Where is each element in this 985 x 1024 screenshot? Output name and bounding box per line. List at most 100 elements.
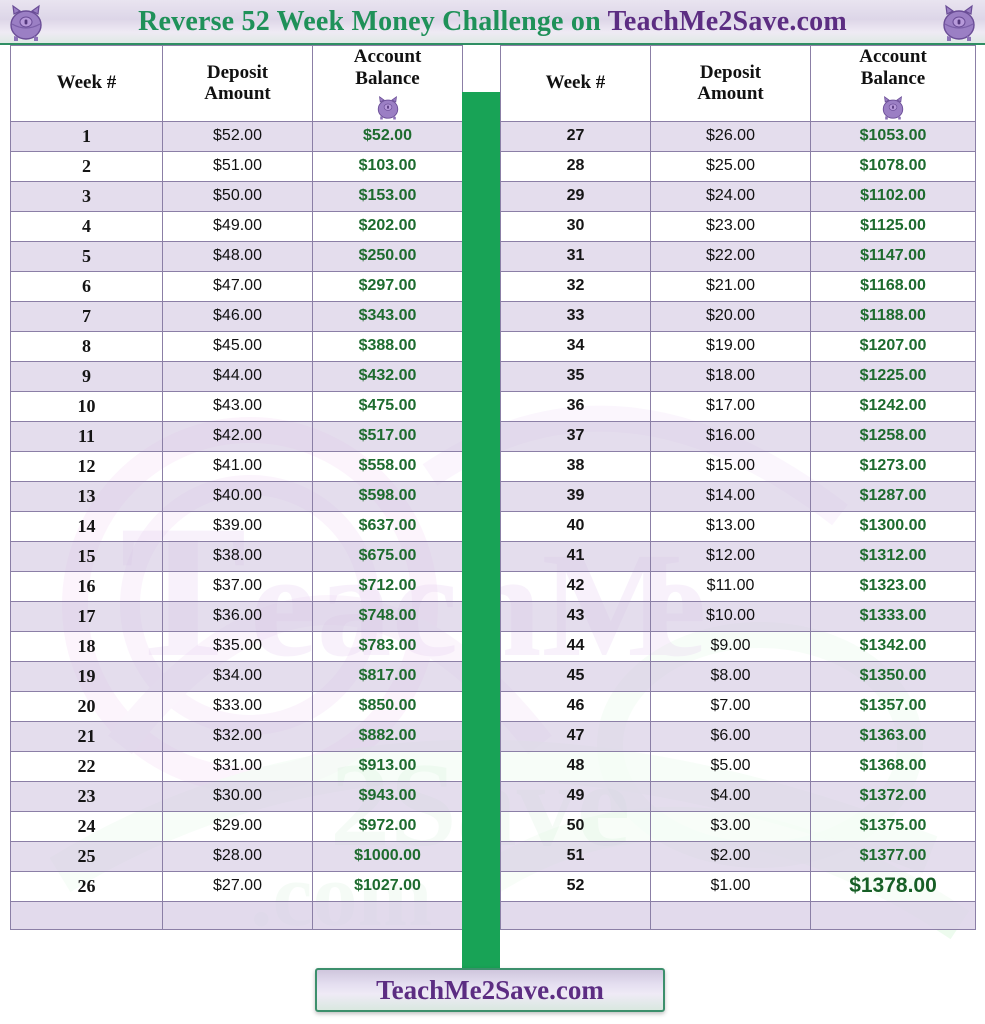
cell-balance: $1323.00 <box>810 570 976 602</box>
cell-deposit: $27.00 <box>162 870 313 902</box>
cell-week: 20 <box>10 690 163 722</box>
table-row: 20 $33.00 $850.00 <box>10 690 463 722</box>
cell-empty <box>650 900 811 930</box>
cell-week: 35 <box>500 360 651 392</box>
table-row: 16 $37.00 $712.00 <box>10 570 463 602</box>
cell-deposit: $47.00 <box>162 270 313 302</box>
table-row-blank <box>10 900 463 930</box>
cell-balance: $1168.00 <box>810 270 976 302</box>
table-row: 27 $26.00 $1053.00 <box>500 120 976 152</box>
title-banner: Reverse 52 Week Money Challenge on Teach… <box>0 0 985 45</box>
cell-deposit: $43.00 <box>162 390 313 422</box>
cell-week: 30 <box>500 210 651 242</box>
table-row: 52 $1.00 $1378.00 <box>500 870 976 902</box>
cell-balance: $1125.00 <box>810 210 976 242</box>
page-title-green: Reverse 52 Week Money Challenge on <box>138 5 608 37</box>
cell-balance: $675.00 <box>312 540 463 572</box>
cell-week: 44 <box>500 630 651 662</box>
cell-week: 1 <box>10 120 163 152</box>
cell-week: 15 <box>10 540 163 572</box>
cell-week: 2 <box>10 150 163 182</box>
cell-week: 39 <box>500 480 651 512</box>
cell-week: 23 <box>10 780 163 812</box>
cell-deposit: $35.00 <box>162 630 313 662</box>
cell-week: 47 <box>500 720 651 752</box>
cell-balance: $388.00 <box>312 330 463 362</box>
cell-balance: $517.00 <box>312 420 463 452</box>
cell-empty <box>312 900 463 930</box>
table-row: 37 $16.00 $1258.00 <box>500 420 976 452</box>
cell-balance: $850.00 <box>312 690 463 722</box>
cell-balance: $153.00 <box>312 180 463 212</box>
cell-deposit: $1.00 <box>650 870 811 902</box>
cell-week: 26 <box>10 870 163 902</box>
cell-week: 17 <box>10 600 163 632</box>
table-row: 41 $12.00 $1312.00 <box>500 540 976 572</box>
cell-balance: $343.00 <box>312 300 463 332</box>
cell-deposit: $31.00 <box>162 750 313 782</box>
cell-balance: $1378.00 <box>810 870 976 902</box>
cell-deposit: $39.00 <box>162 510 313 542</box>
cell-week: 52 <box>500 870 651 902</box>
cell-deposit: $3.00 <box>650 810 811 842</box>
cell-deposit: $2.00 <box>650 840 811 872</box>
challenge-sheet: Week # Deposit Amount Account Balance 1 … <box>0 45 985 1005</box>
cell-deposit: $21.00 <box>650 270 811 302</box>
cell-balance: $1053.00 <box>810 120 976 152</box>
cell-week: 6 <box>10 270 163 302</box>
cell-deposit: $50.00 <box>162 180 313 212</box>
cell-balance: $1363.00 <box>810 720 976 752</box>
cell-balance: $1368.00 <box>810 750 976 782</box>
cell-deposit: $24.00 <box>650 180 811 212</box>
table-row: 26 $27.00 $1027.00 <box>10 870 463 902</box>
cell-balance: $783.00 <box>312 630 463 662</box>
header-deposit-line1: Deposit <box>699 61 762 83</box>
site-badge[interactable]: TeachMe2Save.com <box>315 968 665 1012</box>
cell-week: 19 <box>10 660 163 692</box>
table-row: 5 $48.00 $250.00 <box>10 240 463 272</box>
table-row: 50 $3.00 $1375.00 <box>500 810 976 842</box>
cell-deposit: $37.00 <box>162 570 313 602</box>
cell-deposit: $22.00 <box>650 240 811 272</box>
cell-balance: $1375.00 <box>810 810 976 842</box>
table-row: 48 $5.00 $1368.00 <box>500 750 976 782</box>
cell-deposit: $8.00 <box>650 660 811 692</box>
cell-balance: $1377.00 <box>810 840 976 872</box>
cell-deposit: $19.00 <box>650 330 811 362</box>
cell-deposit: $11.00 <box>650 570 811 602</box>
cell-deposit: $14.00 <box>650 480 811 512</box>
table-row: 34 $19.00 $1207.00 <box>500 330 976 362</box>
cell-balance: $598.00 <box>312 480 463 512</box>
header-deposit: Deposit Amount <box>162 45 313 122</box>
header-week: Week # <box>500 45 651 122</box>
cell-balance: $432.00 <box>312 360 463 392</box>
cell-week: 3 <box>10 180 163 212</box>
piggy-bank-icon <box>943 4 975 41</box>
header-week: Week # <box>10 45 163 122</box>
header-balance-line2: Balance <box>355 67 420 89</box>
cell-week: 41 <box>500 540 651 572</box>
cell-deposit: $49.00 <box>162 210 313 242</box>
table-row: 36 $17.00 $1242.00 <box>500 390 976 422</box>
piggy-bank-icon <box>882 95 904 120</box>
cell-week: 10 <box>10 390 163 422</box>
cell-deposit: $42.00 <box>162 420 313 452</box>
table-header-row: Week # Deposit Amount Account Balance <box>10 45 463 122</box>
cell-balance: $748.00 <box>312 600 463 632</box>
cell-empty <box>500 900 651 930</box>
cell-week: 22 <box>10 750 163 782</box>
cell-week: 28 <box>500 150 651 182</box>
cell-deposit: $16.00 <box>650 420 811 452</box>
table-row: 44 $9.00 $1342.00 <box>500 630 976 662</box>
cell-week: 24 <box>10 810 163 842</box>
table-row: 43 $10.00 $1333.00 <box>500 600 976 632</box>
cell-week: 49 <box>500 780 651 812</box>
cell-balance: $1342.00 <box>810 630 976 662</box>
cell-balance: $712.00 <box>312 570 463 602</box>
table-row: 28 $25.00 $1078.00 <box>500 150 976 182</box>
cell-empty <box>162 900 313 930</box>
cell-deposit: $48.00 <box>162 240 313 272</box>
header-week-label: Week # <box>56 72 117 94</box>
table-row: 49 $4.00 $1372.00 <box>500 780 976 812</box>
cell-deposit: $38.00 <box>162 540 313 572</box>
